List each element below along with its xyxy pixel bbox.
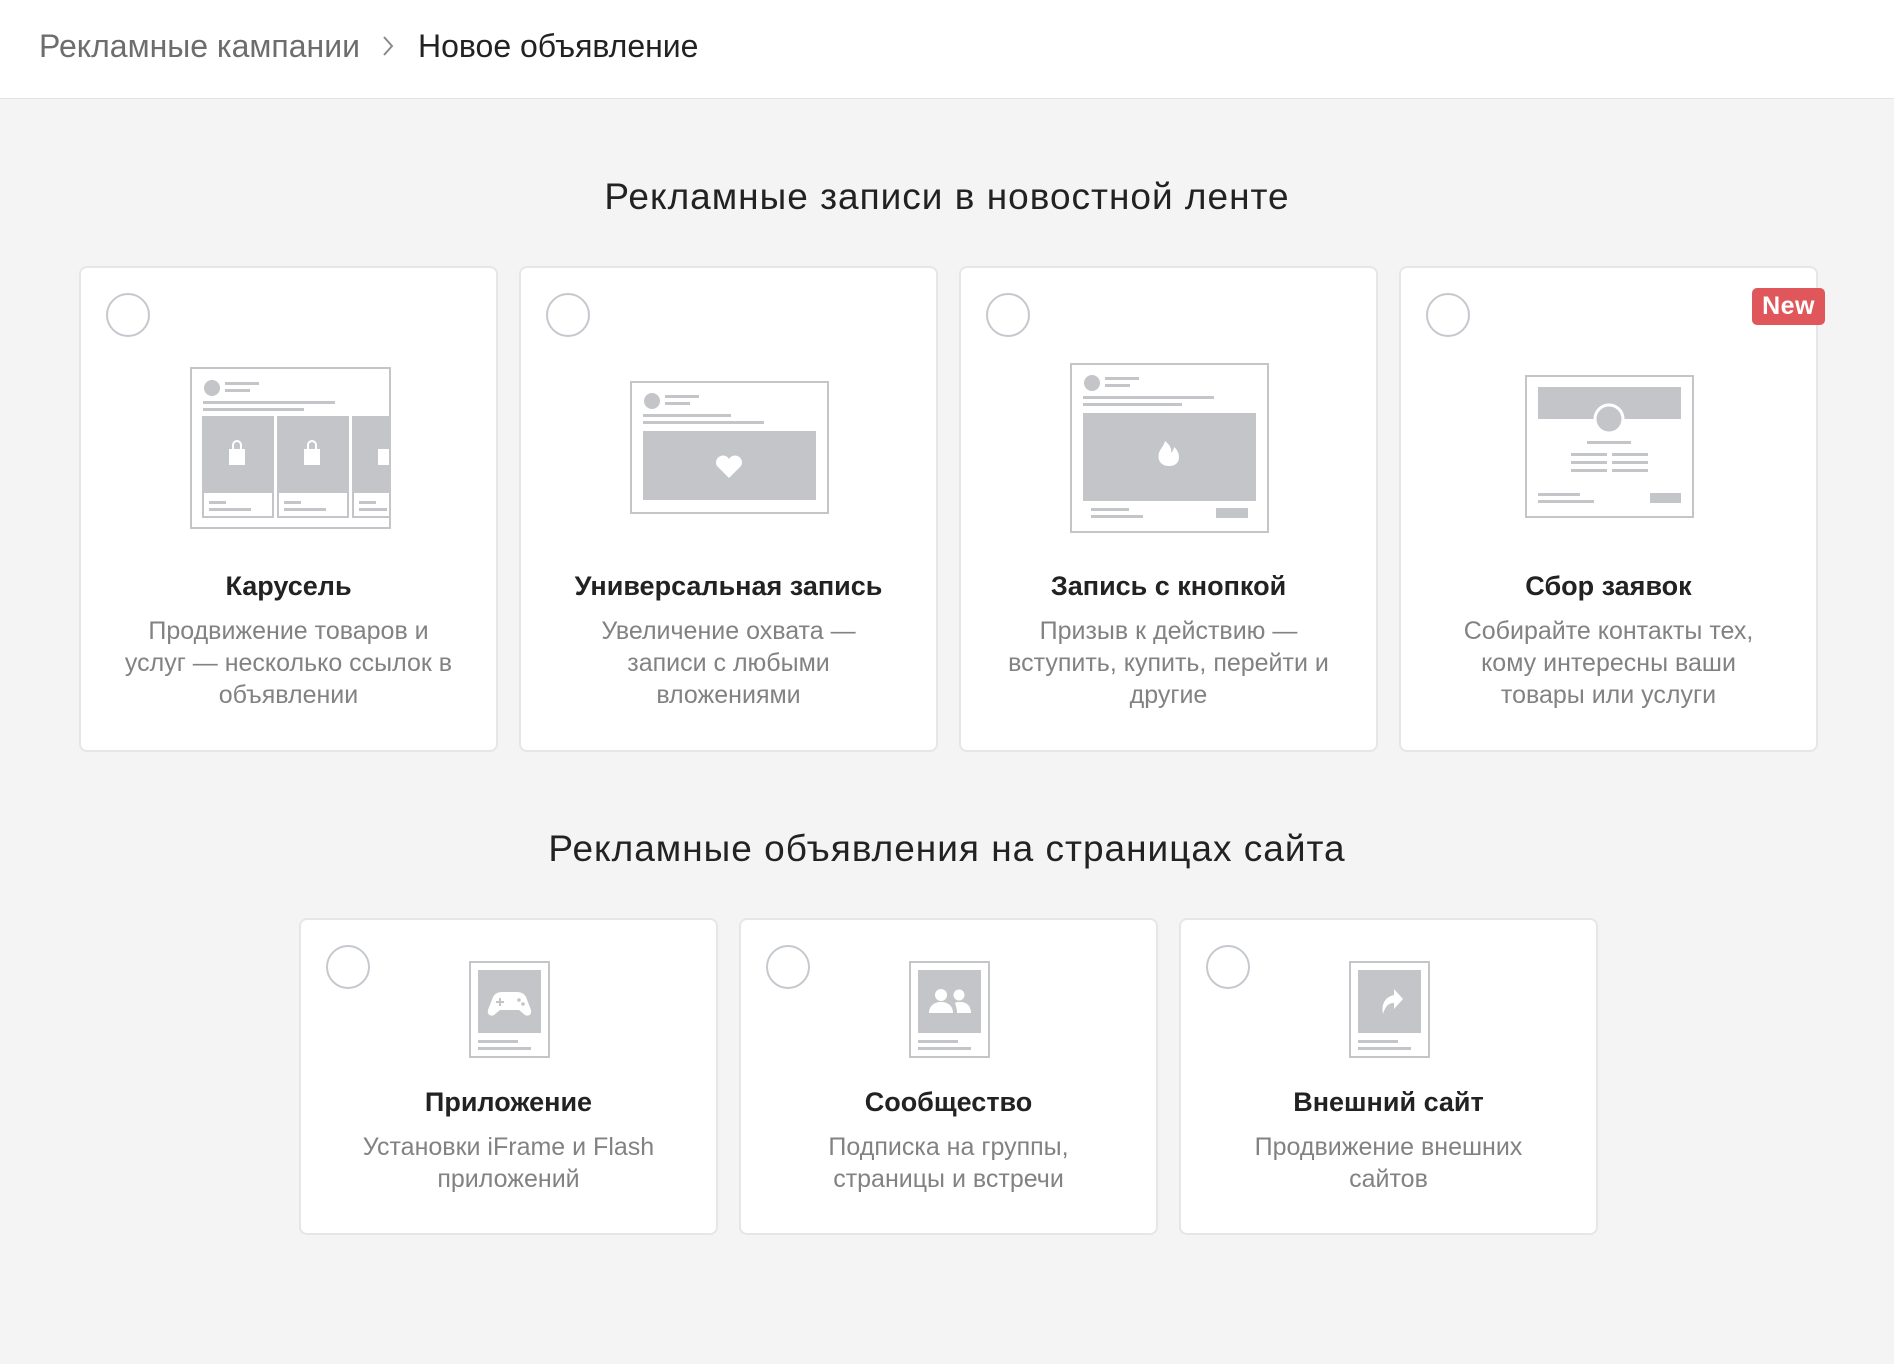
radio-button[interactable] xyxy=(106,293,150,337)
card-universal-post[interactable]: Универсальная запись Увеличение охвата —… xyxy=(519,266,938,752)
card-description: Призыв к действию — вступить, купить, пе… xyxy=(1008,617,1329,709)
card-description: Подписка на группы, страницы и встречи xyxy=(828,1133,1069,1193)
card-carousel[interactable]: Карусель Продвижение товаров и услуг — н… xyxy=(79,266,498,752)
carousel-icon xyxy=(190,367,394,534)
breadcrumb: Рекламные кампании Новое объявление xyxy=(39,25,698,67)
radio-button[interactable] xyxy=(766,945,810,989)
section-title-site: Рекламные объявления на страницах сайта xyxy=(548,828,1346,869)
radio-button[interactable] xyxy=(546,293,590,337)
card-title: Приложение xyxy=(424,1087,593,1117)
card-description: Установки iFrame и Flash приложений xyxy=(362,1133,655,1193)
card-app[interactable]: Приложение Установки iFrame и Flash прил… xyxy=(299,918,718,1235)
card-title: Сбор заявок xyxy=(1525,571,1692,601)
card-community[interactable]: Сообщество Подписка на группы, страницы … xyxy=(739,918,1158,1235)
breadcrumb-link-campaigns[interactable]: Рекламные кампании xyxy=(39,28,360,65)
card-external-site[interactable]: Внешний сайт Продвижение внешних сайтов xyxy=(1179,918,1598,1235)
card-description: Продвижение товаров и услуг — несколько … xyxy=(124,617,453,709)
card-title: Универсальная запись xyxy=(574,571,883,601)
card-title: Запись с кнопкой xyxy=(1050,571,1287,601)
card-title: Внешний сайт xyxy=(1293,1087,1484,1117)
radio-button[interactable] xyxy=(986,293,1030,337)
chevron-right-icon xyxy=(382,35,394,57)
gamepad-icon xyxy=(469,961,550,1058)
breadcrumb-current: Новое объявление xyxy=(417,27,699,64)
card-lead-form[interactable]: New Сбор заявок Собирайте контакты тех, … xyxy=(1399,266,1825,752)
universal-post-icon xyxy=(630,381,829,519)
section-title-feed: Рекламные записи в новостной ленте xyxy=(604,176,1290,217)
lead-form-icon xyxy=(1525,375,1694,523)
new-badge: New xyxy=(1752,288,1825,325)
community-icon xyxy=(909,961,990,1058)
card-description: Увеличение охвата — записи с любыми влож… xyxy=(601,617,856,709)
card-title: Карусель xyxy=(225,571,352,601)
radio-button[interactable] xyxy=(326,945,370,989)
card-button-post[interactable]: Запись с кнопкой Призыв к действию — вст… xyxy=(959,266,1378,752)
external-link-icon xyxy=(1349,961,1430,1058)
radio-button[interactable] xyxy=(1206,945,1250,989)
card-description: Собирайте контакты тех, кому интересны в… xyxy=(1463,617,1754,709)
top-bar: Рекламные кампании Новое объявление xyxy=(0,0,1894,99)
card-description: Продвижение внешних сайтов xyxy=(1254,1133,1523,1193)
button-post-icon xyxy=(1070,363,1269,538)
card-title: Сообщество xyxy=(864,1087,1033,1117)
radio-button[interactable] xyxy=(1426,293,1470,337)
